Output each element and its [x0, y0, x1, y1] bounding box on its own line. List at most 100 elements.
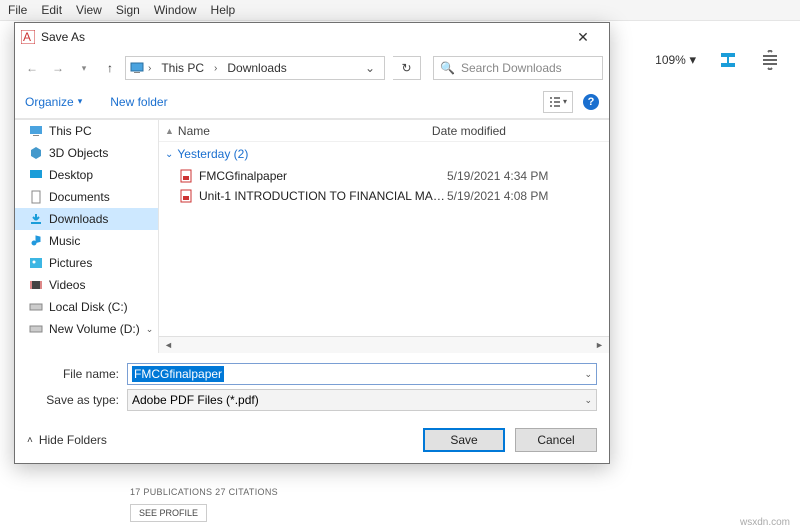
sidebar-item-label: Local Disk (C:) — [49, 300, 128, 314]
svg-text:A: A — [23, 30, 31, 44]
group-label: Yesterday (2) — [177, 147, 248, 161]
dialog-titlebar: A Save As ✕ — [15, 23, 609, 51]
chevron-right-icon[interactable]: › — [148, 63, 151, 74]
save-as-dialog: A Save As ✕ ← → ▾ ↑ › This PC › Download… — [14, 22, 610, 464]
filetype-select[interactable]: Adobe PDF Files (*.pdf) ⌄ — [127, 389, 597, 411]
sidebar-item-label: Videos — [49, 278, 85, 292]
breadcrumb[interactable]: › This PC › Downloads ⌄ — [125, 56, 385, 80]
scroll-right-icon[interactable]: ► — [592, 338, 607, 353]
fit-width-icon[interactable] — [718, 50, 738, 70]
nav-recent-dropdown[interactable]: ▾ — [73, 57, 95, 79]
nav-forward-icon[interactable]: → — [47, 57, 69, 79]
file-row[interactable]: FMCGfinalpaper 5/19/2021 4:34 PM — [159, 166, 609, 186]
organize-button[interactable]: Organize ▾ — [25, 95, 82, 109]
dialog-navbar: ← → ▾ ↑ › This PC › Downloads ⌄ ↻ 🔍 — [15, 51, 609, 85]
menu-sign[interactable]: Sign — [116, 3, 140, 17]
breadcrumb-seg-thispc[interactable]: This PC — [155, 61, 210, 75]
sidebar-item-label: Pictures — [49, 256, 92, 270]
sidebar-item-label: New Volume (D:) — [49, 322, 140, 336]
app-toolbar: 109% ▾ — [655, 50, 780, 70]
command-bar: Organize ▾ New folder ▾ ? — [15, 85, 609, 119]
pc-icon — [130, 61, 144, 75]
sidebar-item-thispc[interactable]: This PC — [15, 120, 158, 142]
column-headers[interactable]: ▲ Name Date modified — [159, 120, 609, 142]
chevron-down-icon: ⌄ — [165, 149, 173, 160]
search-icon: 🔍 — [440, 61, 455, 75]
see-profile-button[interactable]: SEE PROFILE — [130, 504, 207, 522]
scroll-icon[interactable] — [760, 50, 780, 70]
horizontal-scrollbar[interactable]: ◄ ► — [159, 336, 609, 353]
refresh-button[interactable]: ↻ — [393, 56, 421, 80]
help-icon[interactable]: ? — [583, 94, 599, 110]
sidebar-item-pictures[interactable]: Pictures — [15, 252, 158, 274]
file-group-yesterday[interactable]: ⌄ Yesterday (2) — [159, 142, 609, 166]
file-name: Unit-1 INTRODUCTION TO FINANCIAL MANAG..… — [199, 189, 447, 203]
save-button[interactable]: Save — [423, 428, 505, 452]
nav-up-icon[interactable]: ↑ — [99, 57, 121, 79]
scroll-left-icon[interactable]: ◄ — [161, 338, 176, 353]
filename-input[interactable]: FMCGfinalpaper ⌄ — [127, 363, 597, 385]
sidebar-item-documents[interactable]: Documents — [15, 186, 158, 208]
sidebar-item-desktop[interactable]: Desktop — [15, 164, 158, 186]
publication-stats: 17 PUBLICATIONS 27 CITATIONS — [130, 487, 278, 497]
zoom-level[interactable]: 109% ▾ — [655, 52, 696, 68]
search-box[interactable]: 🔍 — [433, 56, 603, 80]
dialog-body: This PC 3D Objects Desktop Documents Dow… — [15, 119, 609, 353]
dialog-title: Save As — [41, 30, 563, 44]
save-form: File name: FMCGfinalpaper ⌄ Save as type… — [15, 353, 609, 417]
col-name[interactable]: Name — [164, 124, 432, 138]
pdf-file-icon — [179, 169, 193, 183]
dropdown-icon[interactable]: ⌄ — [584, 395, 592, 406]
sidebar-item-new-volume[interactable]: New Volume (D:) ⌄ — [15, 318, 158, 340]
close-button[interactable]: ✕ — [563, 23, 603, 51]
nav-sidebar: This PC 3D Objects Desktop Documents Dow… — [15, 120, 159, 353]
chevron-up-icon: ˄ — [27, 435, 33, 446]
nav-back-icon[interactable]: ← — [21, 57, 43, 79]
sidebar-item-music[interactable]: Music — [15, 230, 158, 252]
menu-edit[interactable]: Edit — [41, 3, 62, 17]
disk-icon — [29, 300, 43, 314]
pc-icon — [29, 124, 43, 138]
menu-view[interactable]: View — [76, 3, 102, 17]
new-folder-button[interactable]: New folder — [110, 95, 167, 109]
sidebar-item-label: Documents — [49, 190, 110, 204]
sidebar-item-3d[interactable]: 3D Objects — [15, 142, 158, 164]
sidebar-item-downloads[interactable]: Downloads — [15, 208, 158, 230]
sidebar-item-label: Music — [49, 234, 80, 248]
menu-help[interactable]: Help — [211, 3, 236, 17]
breadcrumb-seg-downloads[interactable]: Downloads — [221, 61, 292, 75]
hide-folders-button[interactable]: ˄ Hide Folders — [27, 433, 107, 447]
sidebar-item-videos[interactable]: Videos — [15, 274, 158, 296]
disk-icon — [29, 322, 43, 336]
chevron-right-icon[interactable]: › — [214, 63, 217, 74]
breadcrumb-dropdown-icon[interactable]: ⌄ — [360, 61, 380, 75]
sidebar-item-label: Downloads — [49, 212, 108, 226]
pdf-icon: A — [21, 30, 35, 44]
cancel-button[interactable]: Cancel — [515, 428, 597, 452]
filetype-value: Adobe PDF Files (*.pdf) — [132, 393, 259, 407]
desktop-icon — [29, 168, 43, 182]
file-row[interactable]: Unit-1 INTRODUCTION TO FINANCIAL MANAG..… — [159, 186, 609, 206]
col-date[interactable]: Date modified — [432, 124, 609, 138]
sidebar-item-local-disk[interactable]: Local Disk (C:) — [15, 296, 158, 318]
download-icon — [29, 212, 43, 226]
filename-value: FMCGfinalpaper — [132, 366, 224, 382]
filetype-label: Save as type: — [27, 393, 119, 407]
dialog-footer: ˄ Hide Folders Save Cancel — [15, 417, 609, 463]
picture-icon — [29, 256, 43, 270]
app-menubar: File Edit View Sign Window Help — [0, 0, 800, 21]
search-input[interactable] — [461, 61, 596, 75]
sidebar-item-label: This PC — [49, 124, 92, 138]
cube-icon — [29, 146, 43, 160]
video-icon — [29, 278, 43, 292]
menu-file[interactable]: File — [8, 3, 27, 17]
watermark: wsxdn.com — [740, 517, 790, 528]
file-area: ▲ Name Date modified ⌄ Yesterday (2) FMC… — [159, 120, 609, 353]
pdf-file-icon — [179, 189, 193, 203]
hide-folders-label: Hide Folders — [39, 433, 107, 447]
menu-window[interactable]: Window — [154, 3, 197, 17]
dropdown-icon[interactable]: ⌄ — [584, 369, 592, 380]
filename-label: File name: — [27, 367, 119, 381]
view-options-button[interactable]: ▾ — [543, 91, 573, 113]
sidebar-item-label: Desktop — [49, 168, 93, 182]
